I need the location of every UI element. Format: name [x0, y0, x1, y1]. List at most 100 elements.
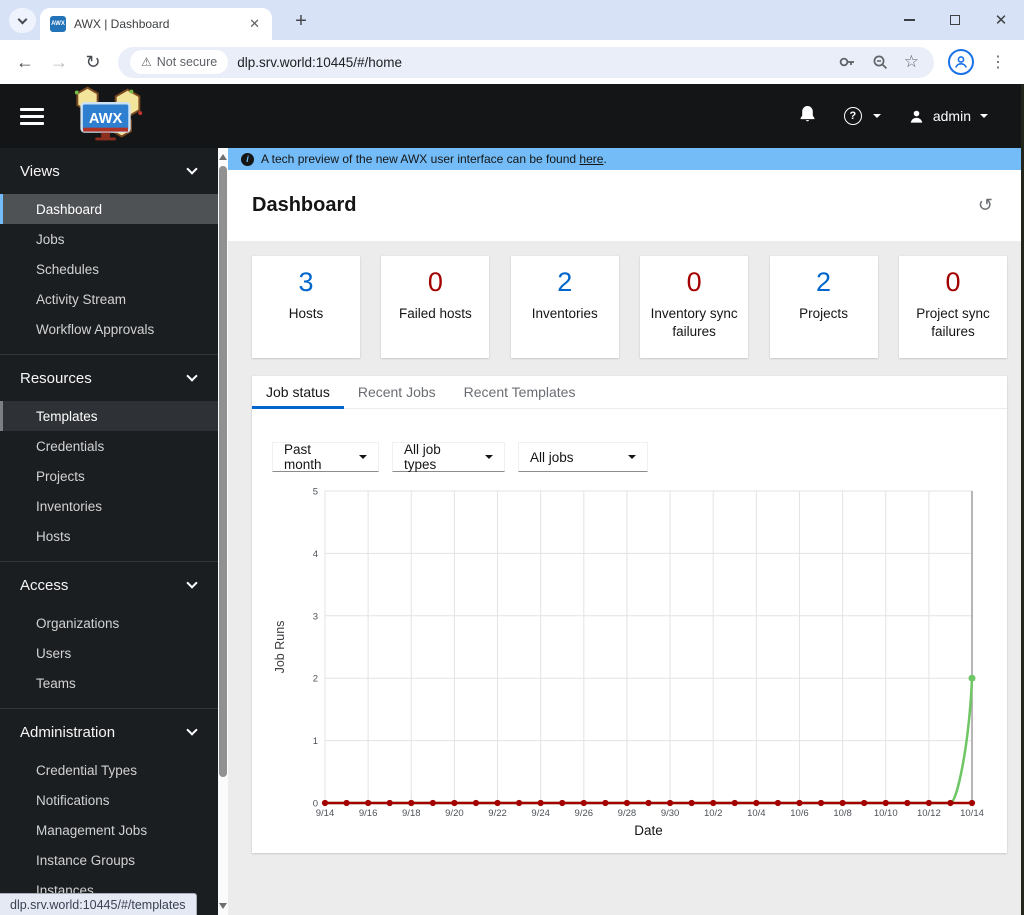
browser-menu-icon[interactable]: ⋮ — [980, 52, 1016, 72]
scroll-up-icon[interactable] — [219, 154, 227, 160]
sidebar-item-jobs[interactable]: Jobs — [0, 224, 218, 254]
status-bar-link-preview: dlp.srv.world:10445/#/templates — [0, 893, 197, 915]
hamburger-menu-icon[interactable] — [20, 107, 44, 125]
sidebar-group-resources: Resources Templates Credentials Projects Inv… — [0, 355, 218, 562]
sidebar-group-header-administration[interactable]: Administration — [0, 719, 218, 745]
window-minimize-button[interactable] — [886, 0, 932, 40]
svg-text:9/24: 9/24 — [531, 808, 550, 819]
summary-card-hosts[interactable]: 3 Hosts — [252, 256, 360, 358]
awx-logo[interactable]: AWX — [66, 86, 150, 147]
summary-value: 0 — [945, 267, 961, 297]
tab-search-button[interactable] — [9, 8, 36, 33]
window-close-button[interactable]: ✕ — [978, 0, 1024, 40]
zoom-icon[interactable] — [871, 53, 889, 71]
page-scrollbar[interactable] — [218, 148, 228, 915]
summary-label: Inventories — [531, 306, 598, 321]
svg-text:10/14: 10/14 — [960, 808, 984, 819]
history-icon[interactable]: ↺ — [978, 195, 993, 216]
svg-text:2: 2 — [313, 674, 318, 685]
filter-select-all-jobs[interactable]: All jobs — [518, 442, 648, 472]
summary-card-project-sync-failures[interactable]: 0 Project sync failures — [898, 256, 1007, 358]
sidebar-item-management-jobs[interactable]: Management Jobs — [0, 815, 218, 845]
user-menu[interactable]: admin — [909, 108, 988, 124]
sidebar-item-credential-types[interactable]: Credential Types — [0, 755, 218, 785]
sidebar-item-activity-stream[interactable]: Activity Stream — [0, 284, 218, 314]
address-bar[interactable]: ⚠ Not secure dlp.srv.world:10445/#/home … — [118, 46, 934, 78]
filter-select-all-job-types[interactable]: All job types — [392, 442, 505, 472]
sidebar-item-templates[interactable]: Templates — [0, 401, 218, 431]
password-key-icon[interactable] — [838, 53, 856, 71]
chevron-down-icon — [186, 370, 198, 382]
bookmark-star-icon[interactable]: ☆ — [904, 52, 919, 72]
sidebar-item-projects[interactable]: Projects — [0, 461, 218, 491]
svg-text:10/2: 10/2 — [704, 808, 723, 819]
sidebar-item-instance-groups[interactable]: Instance Groups — [0, 845, 218, 875]
not-secure-label: Not secure — [156, 55, 218, 69]
sidebar-group-label: Access — [20, 576, 69, 594]
scroll-down-icon[interactable] — [219, 903, 227, 909]
summary-value: 3 — [298, 267, 314, 297]
svg-text:9/22: 9/22 — [488, 808, 507, 819]
filter-select-past-month[interactable]: Past month — [272, 442, 379, 472]
sidebar-item-hosts[interactable]: Hosts — [0, 521, 218, 551]
svg-text:9/28: 9/28 — [618, 808, 637, 819]
sidebar-item-workflow-approvals[interactable]: Workflow Approvals — [0, 314, 218, 344]
summary-card-inventory-sync-failures[interactable]: 0 Inventory sync failures — [640, 256, 749, 358]
forward-button[interactable]: → — [42, 52, 76, 73]
tab-recent-jobs[interactable]: Recent Jobs — [344, 376, 450, 408]
filters: Past month All job types All jobs — [272, 442, 1007, 472]
filter-value: All jobs — [530, 449, 574, 465]
svg-text:10/10: 10/10 — [874, 808, 898, 819]
svg-text:3: 3 — [313, 611, 318, 622]
window-maximize-button[interactable] — [932, 0, 978, 40]
not-secure-chip[interactable]: ⚠ Not secure — [130, 50, 229, 74]
summary-card-inventories[interactable]: 2 Inventories — [510, 256, 619, 358]
job-status-chart: 0123459/14 9/16 9/18 9/20 9/22 9/24 9/26 9/28 9/… — [273, 487, 984, 839]
summary-value: 0 — [427, 267, 443, 297]
caret-down-icon — [628, 455, 636, 459]
tab-recent-templates[interactable]: Recent Templates — [450, 376, 590, 408]
sidebar-group-label: Administration — [20, 723, 116, 741]
sidebar-item-credentials[interactable]: Credentials — [0, 431, 218, 461]
sidebar-item-users[interactable]: Users — [0, 638, 218, 668]
maximize-icon — [950, 15, 960, 25]
sidebar-group-header-resources[interactable]: Resources — [0, 365, 218, 391]
help-menu[interactable]: ? — [843, 107, 881, 125]
sidebar-item-organizations[interactable]: Organizations — [0, 608, 218, 638]
back-button[interactable]: ← — [8, 52, 42, 73]
summary-cards: 3 Hosts 0 Failed hosts 2 Inventories 0 Inventor… — [252, 256, 1007, 358]
sidebar-item-notifications[interactable]: Notifications — [0, 785, 218, 815]
awx-favicon: AWX — [50, 16, 66, 32]
chevron-down-icon — [186, 577, 198, 589]
tab-close-icon[interactable]: ✕ — [247, 16, 262, 32]
url-text[interactable]: dlp.srv.world:10445/#/home — [237, 55, 826, 70]
banner-here-link[interactable]: here — [579, 152, 603, 166]
summary-card-failed-hosts[interactable]: 0 Failed hosts — [381, 256, 490, 358]
sidebar-item-teams[interactable]: Teams — [0, 668, 218, 698]
sidebar-group-header-views[interactable]: Views — [0, 158, 218, 184]
summary-label: Inventory sync failures — [650, 306, 738, 340]
sidebar-item-dashboard[interactable]: Dashboard — [0, 194, 218, 224]
reload-button[interactable]: ↻ — [76, 52, 110, 73]
new-tab-button[interactable]: + — [288, 8, 314, 34]
sidebar-group-administration: Administration Credential Types Notificati… — [0, 709, 218, 915]
browser-profile-avatar[interactable] — [948, 49, 974, 75]
browser-tab[interactable]: AWX AWX | Dashboard ✕ — [40, 8, 272, 40]
svg-text:9/16: 9/16 — [359, 808, 378, 819]
summary-card-projects[interactable]: 2 Projects — [769, 256, 878, 358]
chart-wrap: 0 1 2 3 4 5 9/14 9/16 9/18 9/20 9/22 9/24 9/26 9/28 9/… — [270, 485, 1007, 858]
sidebar-item-schedules[interactable]: Schedules — [0, 254, 218, 284]
sidebar-item-inventories[interactable]: Inventories — [0, 491, 218, 521]
notifications-bell-icon[interactable] — [799, 105, 816, 128]
caret-down-icon — [359, 455, 367, 459]
user-icon — [910, 110, 923, 123]
caret-down-icon — [980, 114, 988, 118]
sidebar-group-label: Views — [20, 162, 60, 180]
filter-value: Past month — [284, 442, 322, 472]
sidebar-group-header-access[interactable]: Access — [0, 572, 218, 598]
sidebar-group-access: Access Organizations Users Teams — [0, 562, 218, 709]
tab-job-status[interactable]: Job status — [252, 376, 344, 409]
chevron-down-icon — [186, 163, 198, 175]
scrollbar-thumb[interactable] — [219, 166, 227, 777]
browser-toolbar: ← → ↻ ⚠ Not secure dlp.srv.world:10445/#… — [0, 40, 1024, 84]
